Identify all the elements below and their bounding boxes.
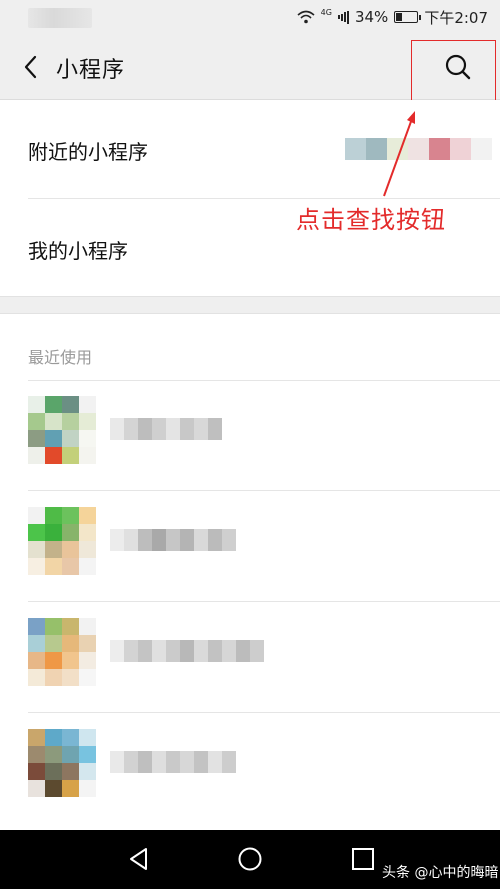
page-title: 小程序	[56, 58, 126, 83]
list-item[interactable]	[0, 491, 500, 601]
clock: 下午2:07	[424, 8, 488, 27]
chevron-left-icon	[24, 55, 37, 79]
watermark: 头条 @心中的晦暗	[382, 865, 499, 881]
mini-program-avatar	[28, 729, 96, 797]
blurred-name	[110, 640, 264, 662]
list-item[interactable]	[0, 380, 500, 490]
menu-item-label: 附近的小程序	[28, 140, 148, 164]
mini-program-avatar	[28, 618, 96, 686]
blurred-carrier	[28, 8, 92, 28]
nav-back-button[interactable]	[124, 844, 154, 874]
battery-percent: 34%	[354, 8, 389, 26]
blurred-name	[110, 529, 236, 551]
section-label: 最近使用	[28, 348, 93, 367]
nav-recents-button[interactable]	[348, 844, 378, 874]
nav-home-button[interactable]	[235, 844, 265, 874]
triangle-back-icon	[130, 848, 147, 870]
network-type: 4G	[320, 7, 332, 17]
mini-program-avatar	[28, 396, 96, 464]
list-item[interactable]	[0, 602, 500, 712]
signal-icon	[337, 10, 349, 24]
search-highlight-box	[411, 40, 496, 108]
wifi-icon	[297, 10, 315, 24]
circle-home-icon	[238, 847, 262, 871]
section-separator	[0, 296, 500, 314]
list-item[interactable]	[0, 713, 500, 823]
annotation-text: 点击查找按钮	[296, 206, 446, 234]
annotation-arrow	[383, 111, 415, 197]
mini-program-avatar	[28, 507, 96, 575]
square-recents-icon	[352, 848, 374, 870]
back-button[interactable]	[18, 54, 44, 80]
blurred-name	[110, 418, 222, 440]
battery-icon	[394, 11, 422, 23]
menu-item-label: 我的小程序	[28, 239, 128, 263]
status-bar: 4G 34% 下午2:07	[0, 0, 500, 34]
blurred-name	[110, 751, 236, 773]
